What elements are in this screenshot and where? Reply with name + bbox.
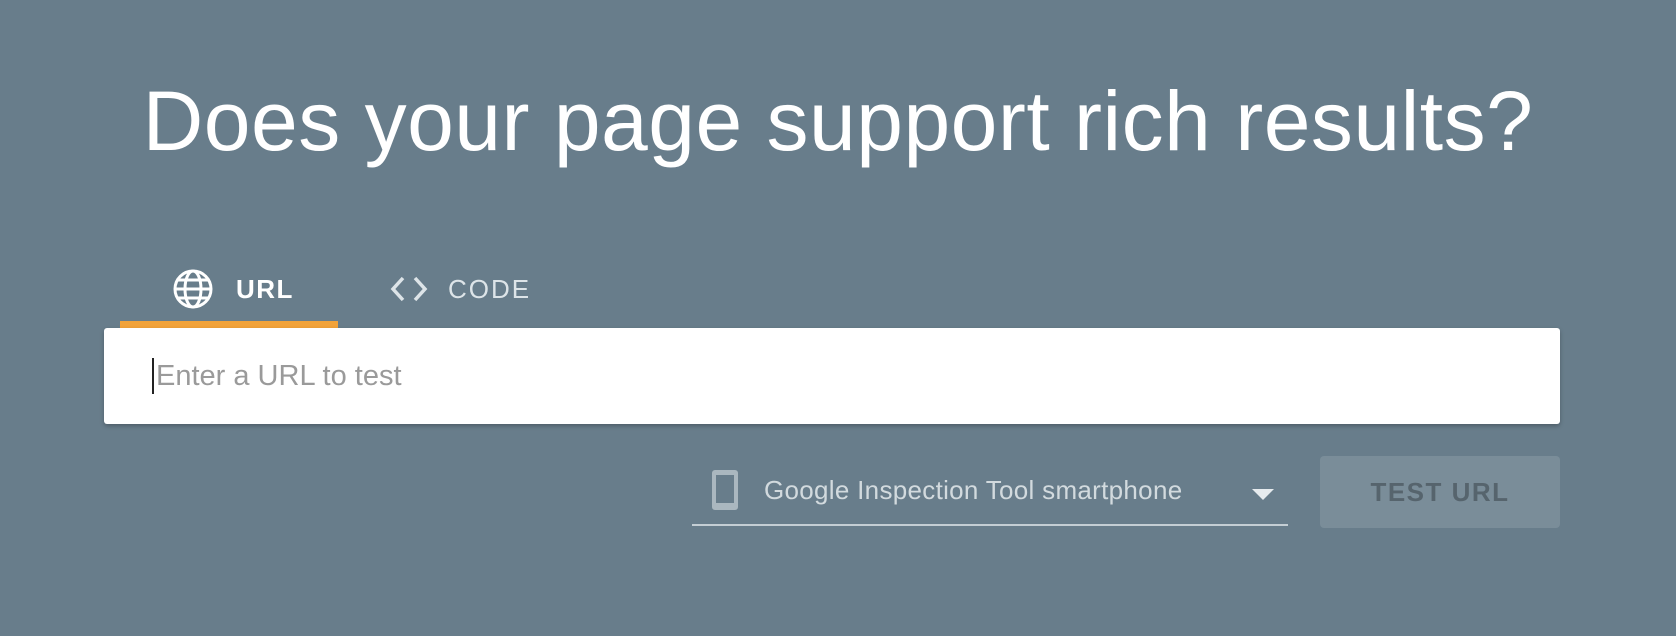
url-input[interactable] [152,328,1532,424]
page-title: Does your page support rich results? [142,74,1534,168]
tab-active-indicator [120,321,338,328]
code-icon [388,268,430,310]
globe-icon [172,268,214,310]
test-url-button[interactable]: TEST URL [1320,456,1560,528]
tab-url[interactable]: URL [120,250,338,328]
smartphone-icon [710,468,740,512]
chevron-down-icon [1252,488,1274,500]
user-agent-select[interactable]: Google Inspection Tool smartphone [692,456,1288,526]
input-mode-tabs: URL CODE [120,250,529,328]
text-cursor [152,358,154,394]
tab-code-label: CODE [448,273,532,304]
url-field [104,328,1560,424]
tab-url-label: URL [236,273,294,304]
user-agent-label: Google Inspection Tool smartphone [764,474,1183,505]
tab-code[interactable]: CODE [388,250,608,328]
